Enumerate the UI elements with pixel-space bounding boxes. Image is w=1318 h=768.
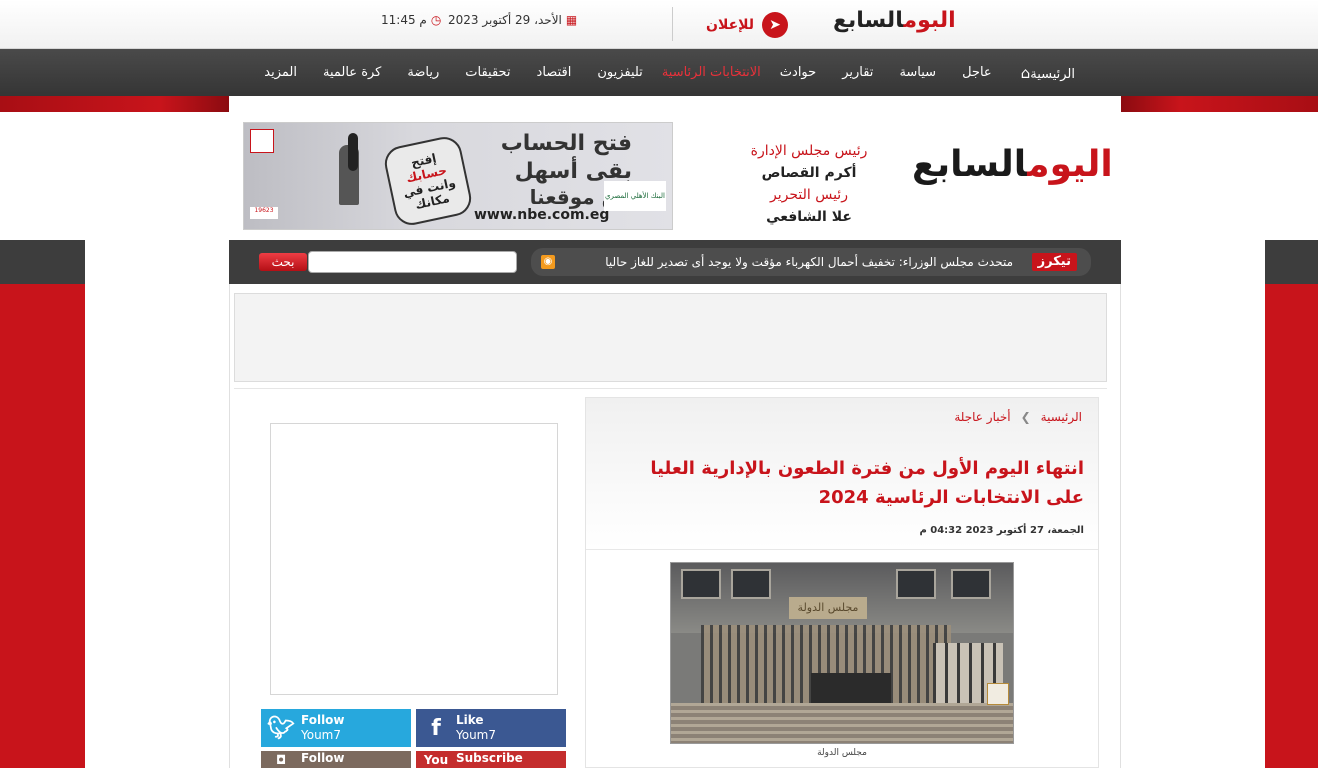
- facebook-like-button[interactable]: f Like Youm7: [416, 709, 566, 747]
- instagram-action: Follow: [301, 751, 345, 765]
- standing-figure: [348, 133, 358, 171]
- nav-item-reports[interactable]: تقارير: [829, 65, 886, 80]
- gray-band-left: [0, 240, 85, 284]
- breadcrumb: الرئيسية ❮ أخبار عاجلة: [954, 410, 1082, 424]
- nav-item-urgent[interactable]: عاجل: [949, 65, 1005, 80]
- advertise-link[interactable]: للإعلان ➤: [706, 12, 789, 38]
- divider: [234, 388, 1107, 389]
- watermark-logo: [987, 683, 1009, 705]
- nav-item-tv[interactable]: تليفزيون: [584, 65, 655, 80]
- photo-caption: مجلس الدولة: [817, 748, 867, 758]
- banner-badge: [250, 129, 274, 153]
- masthead: اليومالسابع رئيس مجلس الإدارة أكرم القصا…: [229, 112, 1121, 240]
- nav-item-accidents[interactable]: حوادث: [767, 65, 829, 80]
- ticker-headline[interactable]: متحدث مجلس الوزراء: تخفيف أحمال الكهرباء…: [605, 255, 1013, 269]
- chairman-name: أكرم القصاص: [761, 165, 857, 181]
- window: [896, 569, 936, 599]
- breadcrumb-urgent-news[interactable]: أخبار عاجلة: [954, 410, 1010, 424]
- ticker-bar: تيكرز متحدث مجلس الوزراء: تخفيف أحمال ال…: [229, 240, 1121, 284]
- breadcrumb-home[interactable]: الرئيسية: [1041, 410, 1082, 424]
- article-title: انتهاء اليوم الأول من فترة الطعون بالإدا…: [650, 458, 1084, 508]
- youtube-action: Subscribe: [456, 751, 523, 765]
- white-gutter-left: [85, 240, 229, 768]
- current-time: 11:45 م ◷: [381, 13, 441, 27]
- gray-band-right: [1265, 240, 1318, 284]
- article-date: الجمعة، 27 أكتوبر 2023 04:32 م: [919, 525, 1084, 536]
- youtube-icon: You: [416, 751, 456, 768]
- stairs: [671, 703, 1013, 743]
- sidebar-ad-slot: [270, 423, 558, 695]
- editor-role: رئيس التحرير: [770, 187, 848, 203]
- nav-item-more[interactable]: المزيد: [251, 65, 310, 80]
- editor-name: علا الشافعي: [766, 209, 852, 225]
- date-text: الأحد، 29 أكتوبر 2023: [448, 13, 562, 27]
- twitter-icon: 🐦︎: [267, 715, 295, 741]
- divider: [672, 7, 673, 41]
- banner-line-1: فتح الحساب: [500, 131, 632, 156]
- nav-item-investigations[interactable]: تحقيقات: [452, 65, 523, 80]
- top-logo[interactable]: البومالسابع: [833, 8, 957, 33]
- article-card: الرئيسية ❮ أخبار عاجلة انتهاء اليوم الأو…: [585, 397, 1099, 768]
- chairman-role: رئيس مجلس الإدارة: [750, 143, 868, 159]
- window: [681, 569, 721, 599]
- search-button[interactable]: بحث: [259, 253, 307, 271]
- calendar-icon: ▦: [565, 13, 578, 27]
- nav-item-economy[interactable]: اقتصاد: [524, 65, 585, 80]
- window: [951, 569, 991, 599]
- current-date: الأحد، 29 أكتوبر 2023 ▦: [448, 13, 577, 27]
- instagram-follow-button[interactable]: ◘ Follow: [261, 751, 411, 768]
- nav-item-home[interactable]: ⌂الرئيسية: [1005, 64, 1088, 82]
- divider: [586, 549, 1098, 550]
- top-bar: البومالسابع للإعلان ➤ الأحد، 29 أكتوبر 2…: [0, 0, 1318, 49]
- home-icon: ⌂: [1020, 63, 1031, 82]
- search-input[interactable]: [308, 251, 517, 273]
- news-ticker: تيكرز متحدث مجلس الوزراء: تخفيف أحمال ال…: [531, 248, 1091, 276]
- chevron-left-icon: ❮: [1020, 410, 1031, 424]
- banner-url: www.nbe.com.eg: [474, 207, 610, 223]
- site-logo[interactable]: اليومالسابع: [912, 144, 1115, 185]
- nbe-banner-ad[interactable]: إفتح حسابك وانت في مكانك فتح الحساب بقى أس…: [243, 122, 673, 230]
- megaphone-icon: ➤: [762, 12, 789, 38]
- leaderboard-ad-slot: [234, 293, 1107, 382]
- time-text: 11:45 م: [381, 13, 427, 27]
- red-side-right: [1265, 284, 1318, 768]
- nav-item-sports[interactable]: رياضة: [394, 65, 452, 80]
- red-side-left: [0, 284, 85, 768]
- red-band-right: [1121, 96, 1318, 112]
- article-photo[interactable]: مجلس الدولة: [670, 562, 1014, 744]
- facebook-icon: f: [431, 715, 441, 741]
- advertise-label: للإعلان: [706, 17, 755, 33]
- building-sign: مجلس الدولة: [789, 597, 867, 619]
- facebook-action: Like: [456, 713, 484, 727]
- clock-icon: ◷: [430, 13, 442, 27]
- twitter-follow-button[interactable]: 🐦︎ Follow Youm7: [261, 709, 411, 747]
- youtube-subscribe-button[interactable]: You Subscribe: [416, 751, 566, 768]
- window: [731, 569, 771, 599]
- main-nav: ⌂الرئيسية عاجل سياسة تقارير حوادث الانتخ…: [0, 49, 1318, 96]
- banner-bubble: إفتح حسابك وانت في مكانك: [381, 133, 475, 229]
- rss-icon[interactable]: ◉: [541, 255, 555, 269]
- nav-item-world-football[interactable]: كرة عالمية: [310, 65, 394, 80]
- red-band-left: [0, 96, 229, 112]
- nav-item-elections[interactable]: الانتخابات الرئاسية: [656, 65, 767, 80]
- bank-logo: البنك الأهلي المصري: [604, 181, 666, 211]
- facebook-account: Youm7: [456, 728, 497, 742]
- twitter-account: Youm7: [301, 728, 342, 742]
- editorial-staff: رئيس مجلس الإدارة أكرم القصاص رئيس التحر…: [729, 140, 889, 228]
- instagram-icon: ◘: [275, 752, 287, 767]
- nav-item-politics[interactable]: سياسة: [886, 65, 949, 80]
- white-gutter-right: [1121, 240, 1265, 768]
- twitter-action: Follow: [301, 713, 345, 727]
- ticker-label: تيكرز: [1031, 253, 1077, 271]
- hotline-badge: 19623: [250, 207, 278, 219]
